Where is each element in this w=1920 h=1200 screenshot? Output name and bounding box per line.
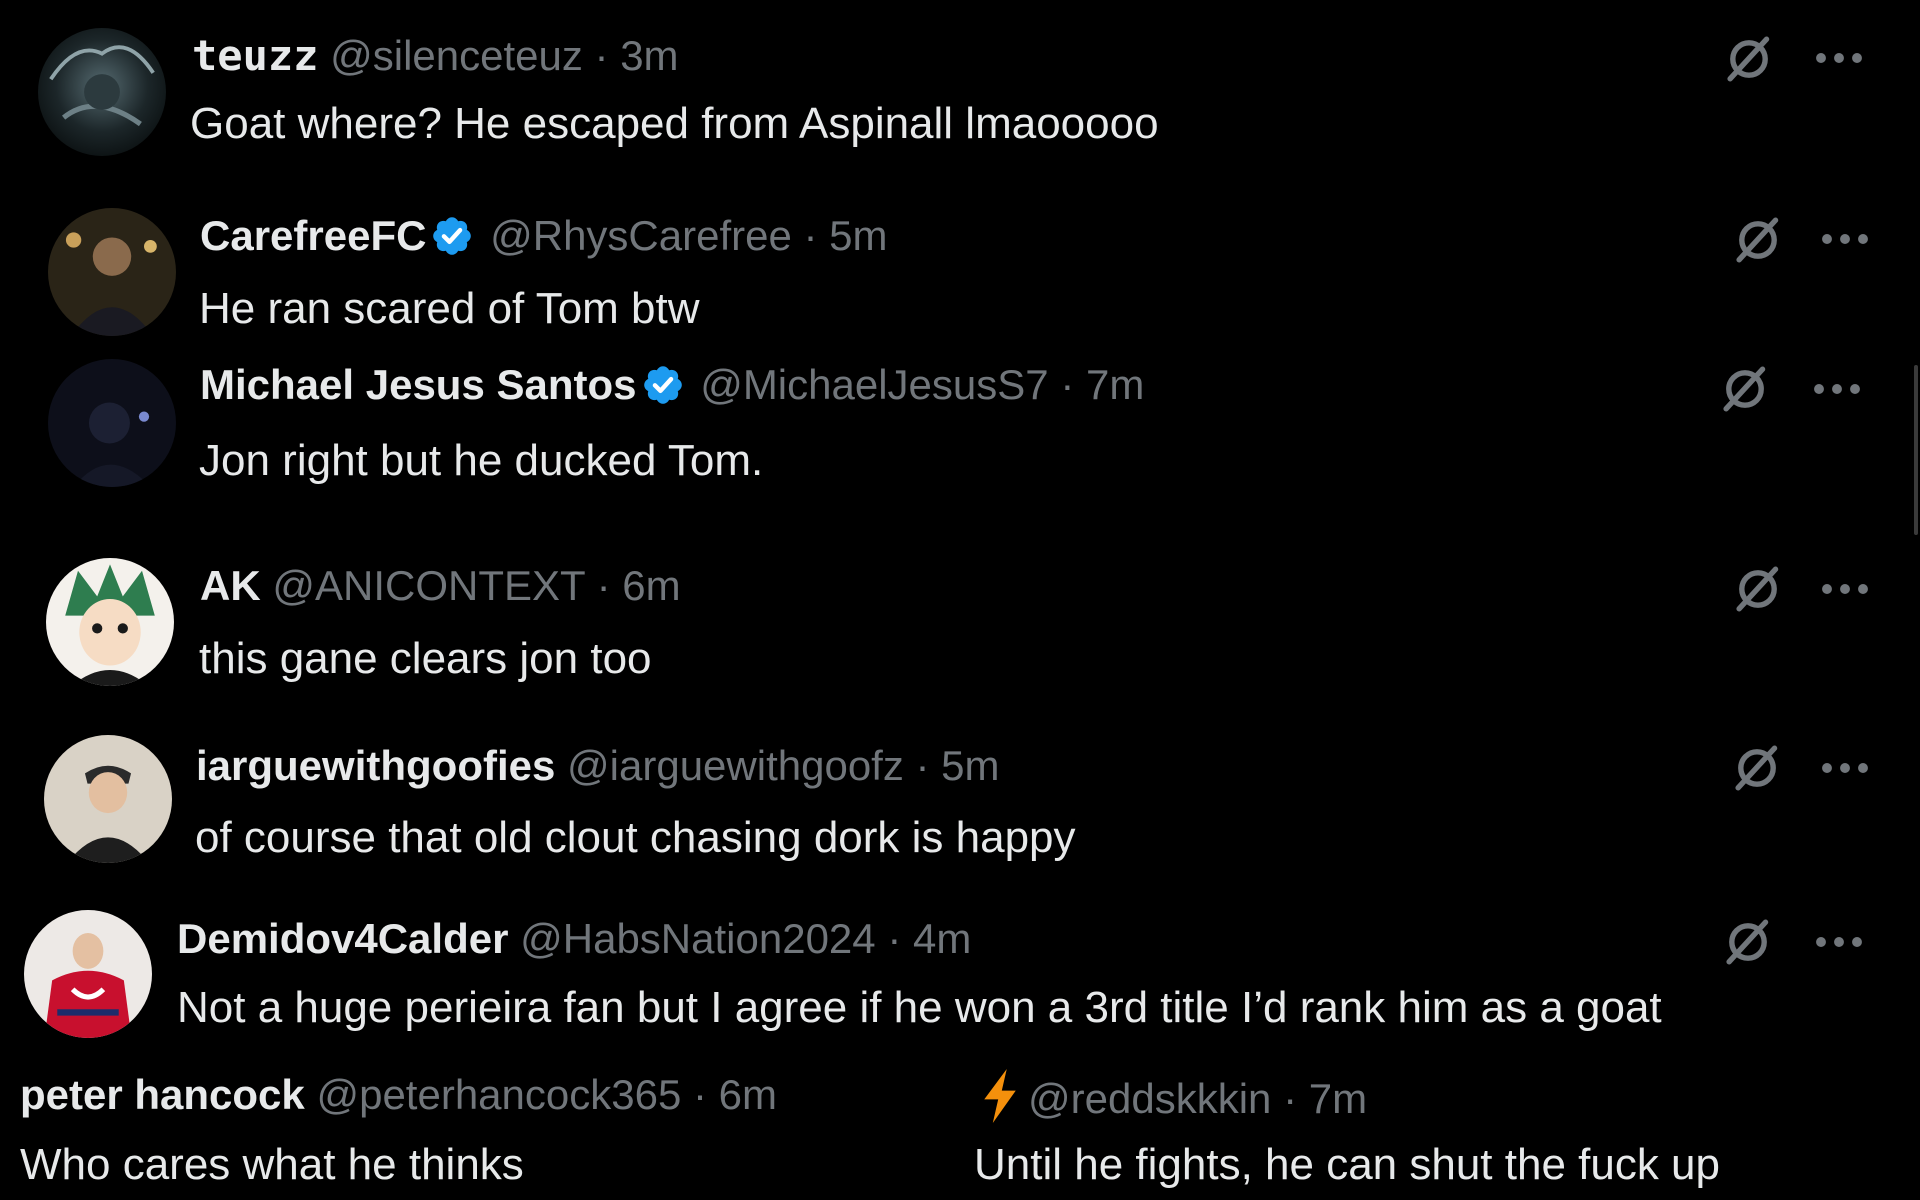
verified-badge-icon bbox=[430, 214, 474, 258]
grok-icon[interactable] bbox=[1722, 32, 1776, 86]
avatar[interactable] bbox=[48, 208, 176, 336]
user-handle[interactable]: @ANICONTEXT bbox=[272, 562, 585, 609]
verified-badge-icon bbox=[641, 363, 685, 407]
reply-post[interactable]: CarefreeFC @RhysCarefree · 5m He ran sca… bbox=[0, 205, 1920, 345]
more-icon[interactable] bbox=[1812, 932, 1866, 952]
avatar[interactable] bbox=[38, 28, 166, 156]
grok-icon[interactable] bbox=[1730, 741, 1784, 795]
more-icon[interactable] bbox=[1818, 579, 1872, 599]
display-name[interactable]: teuzz bbox=[192, 31, 318, 80]
user-handle[interactable]: @MichaelJesusS7 bbox=[700, 361, 1048, 408]
post-timestamp[interactable]: · 4m bbox=[887, 915, 971, 962]
scrollbar[interactable] bbox=[1914, 365, 1918, 535]
user-handle[interactable]: @iarguewithgoofz bbox=[567, 742, 904, 789]
reply-post[interactable]: AK @ANICONTEXT · 6m this gane clears jon… bbox=[0, 555, 1920, 695]
grok-icon[interactable] bbox=[1731, 213, 1785, 267]
display-name[interactable]: CarefreeFC bbox=[200, 212, 426, 259]
display-name[interactable]: iarguewithgoofies bbox=[196, 742, 555, 789]
more-icon[interactable] bbox=[1818, 229, 1872, 249]
reply-post[interactable]: Michael Jesus Santos @MichaelJesusS7 · 7… bbox=[0, 357, 1920, 497]
post-timestamp[interactable]: · 5m bbox=[804, 212, 888, 259]
post-timestamp[interactable]: · 6m bbox=[693, 1071, 777, 1118]
display-name[interactable]: Michael Jesus Santos bbox=[200, 361, 637, 408]
more-icon[interactable] bbox=[1812, 48, 1866, 68]
post-timestamp[interactable]: · 3m bbox=[595, 32, 679, 79]
post-text: Goat where? He escaped from Aspinall lma… bbox=[190, 99, 1159, 148]
display-name[interactable]: AK bbox=[200, 562, 261, 609]
avatar[interactable] bbox=[24, 910, 152, 1038]
user-handle[interactable]: @silenceteuz bbox=[330, 32, 583, 79]
display-name[interactable]: Demidov4Calder bbox=[177, 915, 508, 962]
reply-post[interactable]: Demidov4Calder @HabsNation2024 · 4m Not … bbox=[0, 908, 1920, 1048]
post-timestamp[interactable]: · 7m bbox=[1060, 361, 1144, 408]
reply-post-header[interactable]: peter hancock @peterhancock365 · 6m bbox=[20, 1069, 777, 1121]
reply-post-header[interactable]: @reddskkkin · 7m bbox=[980, 1069, 1367, 1121]
post-text: Who cares what he thinks bbox=[20, 1140, 524, 1189]
avatar[interactable] bbox=[44, 735, 172, 863]
user-handle[interactable]: @RhysCarefree bbox=[490, 212, 792, 259]
reply-post[interactable]: iarguewithgoofies @iarguewithgoofz · 5m … bbox=[0, 735, 1920, 875]
post-timestamp[interactable]: · 7m bbox=[1283, 1075, 1367, 1122]
user-handle[interactable]: @reddskkkin bbox=[1028, 1075, 1271, 1122]
post-text: He ran scared of Tom btw bbox=[199, 284, 700, 333]
display-name[interactable]: peter hancock bbox=[20, 1071, 305, 1118]
avatar[interactable] bbox=[46, 558, 174, 686]
grok-icon[interactable] bbox=[1718, 362, 1772, 416]
avatar[interactable] bbox=[48, 359, 176, 487]
post-text: Not a huge perieira fan but I agree if h… bbox=[177, 983, 1662, 1032]
user-handle[interactable]: @HabsNation2024 bbox=[520, 915, 876, 962]
more-icon[interactable] bbox=[1810, 379, 1864, 399]
post-text: Jon right but he ducked Tom. bbox=[199, 436, 764, 485]
post-text: Until he fights, he can shut the fuck up bbox=[974, 1140, 1721, 1189]
user-handle[interactable]: @peterhancock365 bbox=[316, 1071, 681, 1118]
grok-icon[interactable] bbox=[1721, 915, 1775, 969]
post-text: of course that old clout chasing dork is… bbox=[195, 813, 1076, 862]
lightning-bolt-icon bbox=[980, 1069, 1020, 1123]
post-timestamp[interactable]: · 5m bbox=[916, 742, 1000, 789]
more-icon[interactable] bbox=[1818, 758, 1872, 778]
post-text: this gane clears jon too bbox=[199, 634, 652, 683]
grok-icon[interactable] bbox=[1731, 562, 1785, 616]
reply-post[interactable]: teuzz @silenceteuz · 3m Goat where? He e… bbox=[0, 20, 1920, 160]
post-timestamp[interactable]: · 6m bbox=[597, 562, 681, 609]
